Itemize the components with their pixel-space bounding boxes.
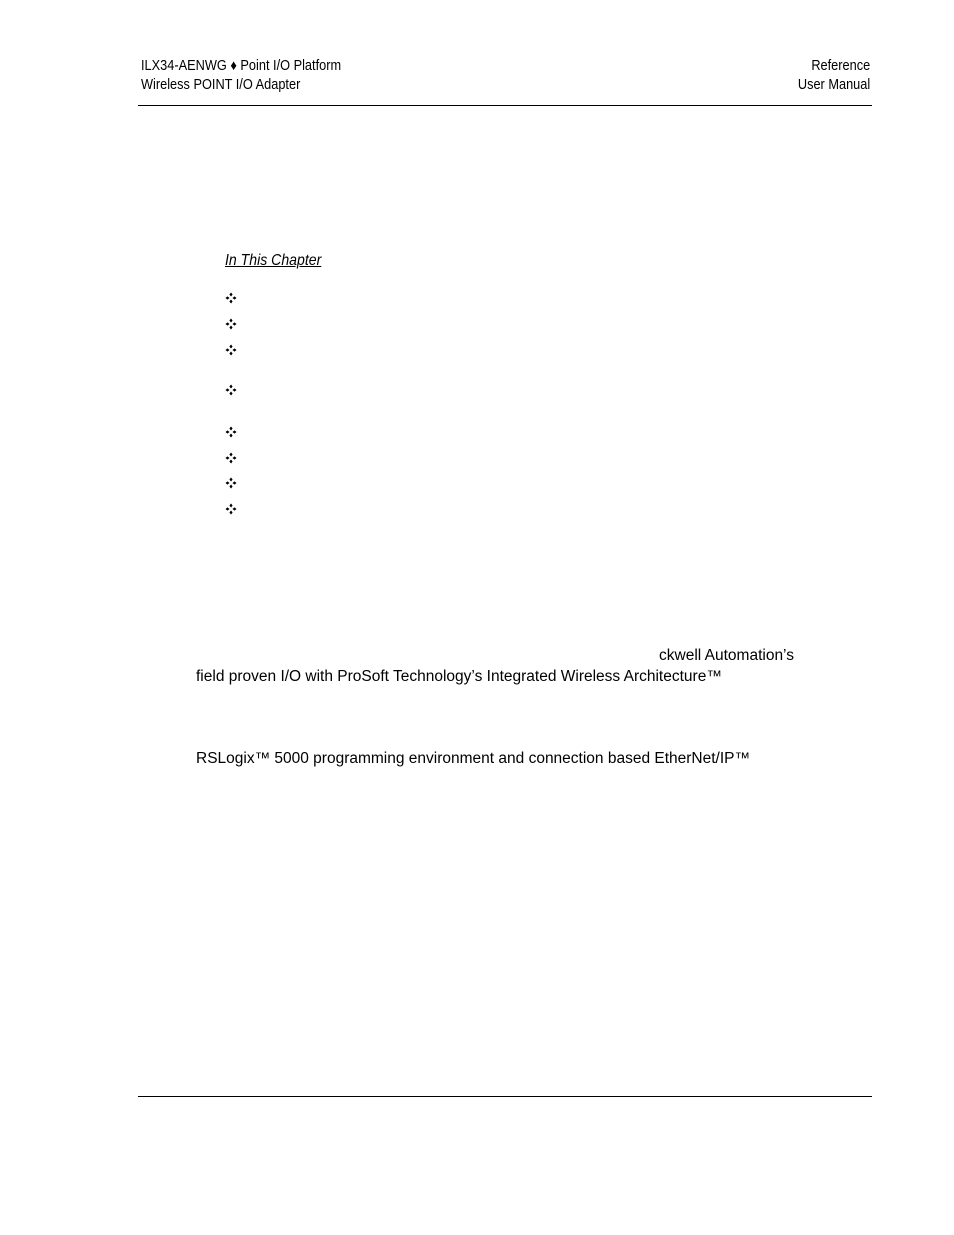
- four-diamond-bullet-icon: [225, 503, 237, 515]
- four-diamond-bullet-icon: [225, 292, 237, 304]
- body-text-line: RSLogix™ 5000 programming environment an…: [196, 750, 751, 767]
- body-text-line: field proven I/O with ProSoft Technology…: [196, 668, 722, 685]
- header-doc-type: Reference: [811, 58, 870, 74]
- header-right: Reference User Manual: [798, 57, 870, 95]
- header-product-title: ILX34-AENWG ♦ Point I/O Platform: [141, 58, 342, 74]
- four-diamond-bullet-icon: [225, 426, 237, 438]
- header-product-subtitle: Wireless POINT I/O Adapter: [141, 77, 301, 93]
- header-divider: [138, 105, 872, 106]
- four-diamond-bullet-icon: [225, 452, 237, 464]
- header-left: ILX34-AENWG ♦ Point I/O Platform Wireles…: [141, 57, 341, 95]
- chapter-heading: In This Chapter: [225, 252, 322, 269]
- four-diamond-bullet-icon: [225, 318, 237, 330]
- four-diamond-bullet-icon: [225, 344, 237, 356]
- four-diamond-bullet-icon: [225, 384, 237, 396]
- footer-divider: [138, 1096, 872, 1097]
- four-diamond-bullet-icon: [225, 477, 237, 489]
- header-doc-name: User Manual: [797, 77, 870, 93]
- body-text-line: ckwell Automation’s: [659, 647, 794, 664]
